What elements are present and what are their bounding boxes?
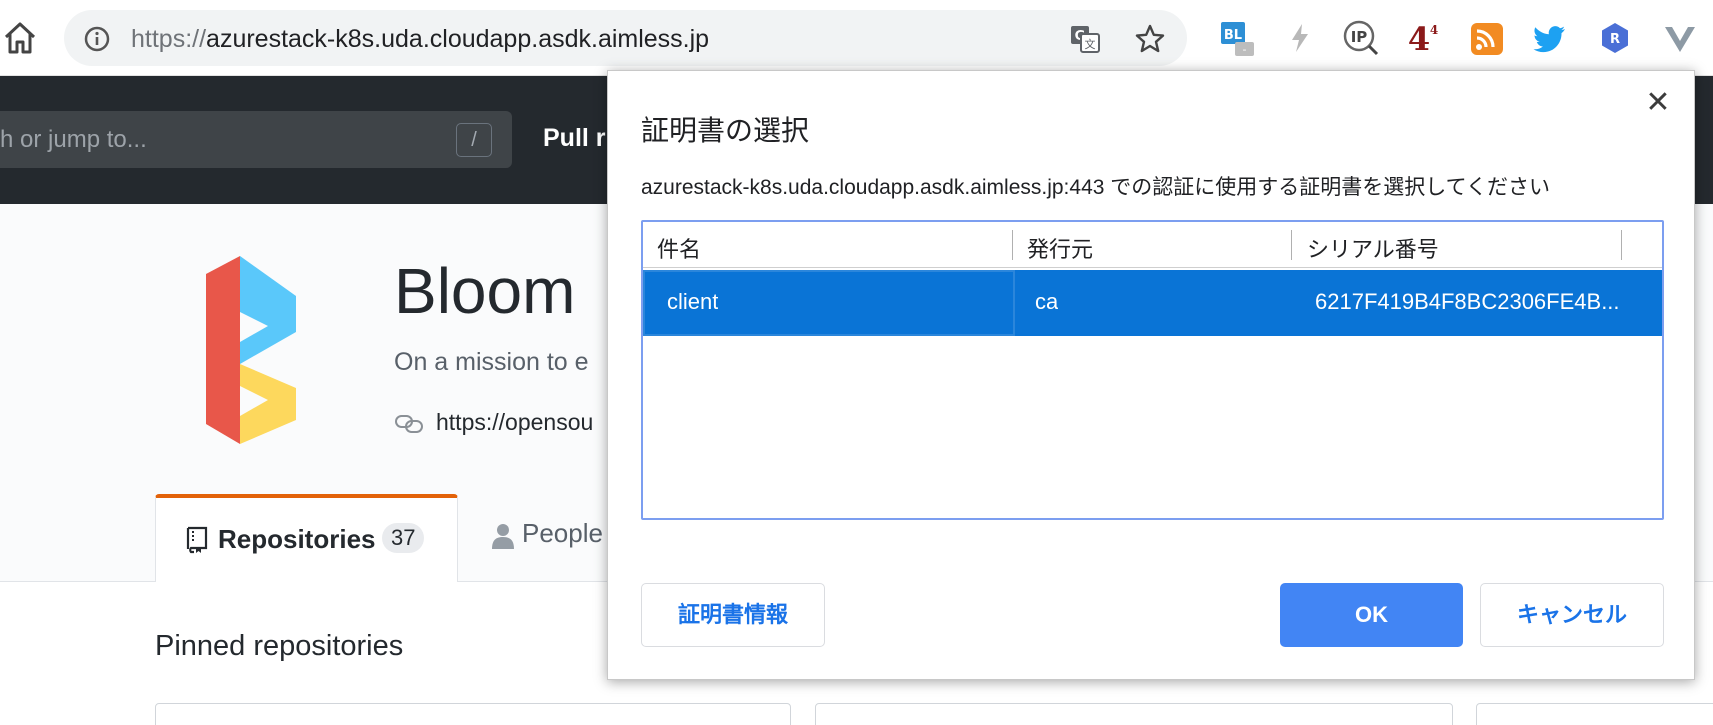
translate-icon[interactable]: G文 bbox=[1069, 23, 1101, 55]
search-shortcut-key: / bbox=[456, 123, 492, 157]
org-logo bbox=[200, 252, 310, 444]
column-separator[interactable] bbox=[1621, 230, 1622, 260]
person-icon bbox=[490, 522, 516, 550]
svg-text:4: 4 bbox=[1430, 23, 1438, 37]
cancel-button[interactable]: キャンセル bbox=[1480, 583, 1664, 647]
svg-text:BL: BL bbox=[1224, 28, 1242, 43]
column-header-serial[interactable]: シリアル番号 bbox=[1307, 232, 1439, 264]
certificate-info-button[interactable]: 証明書情報 bbox=[641, 583, 825, 647]
svg-text:-: - bbox=[1243, 43, 1247, 56]
column-header-issuer[interactable]: 発行元 bbox=[1027, 232, 1093, 264]
dialog-title: 証明書の選択 bbox=[641, 115, 810, 146]
org-name: Bloom bbox=[394, 255, 576, 327]
url-scheme: https:// bbox=[131, 25, 207, 53]
close-icon[interactable]: ✕ bbox=[1641, 86, 1675, 120]
pinned-repo-card[interactable] bbox=[1476, 703, 1713, 725]
pinned-repositories-heading: Pinned repositories bbox=[155, 630, 404, 662]
ip-extension-icon[interactable]: IP bbox=[1342, 18, 1379, 58]
r-extension-icon[interactable]: R bbox=[1597, 18, 1633, 58]
org-website-link[interactable]: https://opensou bbox=[436, 409, 593, 436]
link-icon bbox=[394, 412, 424, 436]
org-description: On a mission to e bbox=[394, 348, 589, 376]
tab-repositories-label: Repositories bbox=[218, 524, 376, 554]
home-icon[interactable] bbox=[2, 20, 38, 56]
nav-pull-requests[interactable]: Pull r bbox=[543, 124, 606, 153]
cell-issuer: ca bbox=[1035, 289, 1059, 314]
svg-text:IP: IP bbox=[1351, 28, 1368, 46]
column-separator[interactable] bbox=[1291, 230, 1292, 260]
twitter-icon[interactable] bbox=[1532, 18, 1568, 58]
repositories-count-badge: 37 bbox=[382, 523, 425, 553]
column-separator[interactable] bbox=[1012, 230, 1013, 260]
tab-people-label: People bbox=[522, 518, 603, 548]
url-host: azurestack-k8s.uda.cloudapp.asdk.aimless… bbox=[206, 25, 710, 53]
cell-serial: 6217F419B4F8BC2306FE4B... bbox=[1315, 289, 1620, 314]
tab-repositories[interactable]: Repositories 37 bbox=[155, 494, 458, 582]
svg-text:文: 文 bbox=[1085, 37, 1096, 51]
ok-button[interactable]: OK bbox=[1280, 583, 1463, 647]
browser-toolbar: https://azurestack-k8s.uda.cloudapp.asdk… bbox=[0, 0, 1713, 76]
table-row[interactable]: client ca 6217F419B4F8BC2306FE4B... bbox=[643, 270, 1662, 336]
certificate-table[interactable]: 件名 発行元 シリアル番号 client ca 6217F419B4F8BC23… bbox=[641, 220, 1664, 520]
svg-text:4: 4 bbox=[1408, 20, 1430, 58]
url-text[interactable]: https://azurestack-k8s.uda.cloudapp.asdk… bbox=[131, 24, 709, 54]
four-extension-icon[interactable]: 44 bbox=[1405, 18, 1441, 58]
pinned-repo-card[interactable] bbox=[815, 703, 1453, 725]
address-bar[interactable]: https://azurestack-k8s.uda.cloudapp.asdk… bbox=[64, 10, 1187, 66]
rss-icon[interactable] bbox=[1469, 18, 1505, 58]
star-icon[interactable] bbox=[1134, 23, 1166, 55]
dialog-subtitle: azurestack-k8s.uda.cloudapp.asdk.aimless… bbox=[641, 176, 1550, 199]
certificate-dialog: ✕ 証明書の選択 azurestack-k8s.uda.cloudapp.asd… bbox=[607, 70, 1695, 680]
search-placeholder: h or jump to... bbox=[0, 126, 147, 153]
pinned-repo-card[interactable] bbox=[155, 703, 791, 725]
v-extension-icon[interactable] bbox=[1662, 18, 1698, 58]
cell-subject: client bbox=[667, 289, 719, 314]
repo-book-icon bbox=[185, 526, 209, 554]
bl-extension-icon[interactable]: BL - bbox=[1219, 18, 1255, 58]
svg-text:R: R bbox=[1610, 32, 1620, 47]
table-header: 件名 発行元 シリアル番号 bbox=[643, 222, 1662, 268]
lightning-extension-icon[interactable] bbox=[1282, 18, 1318, 58]
screen: https://azurestack-k8s.uda.cloudapp.asdk… bbox=[0, 0, 1713, 725]
info-icon[interactable] bbox=[84, 26, 110, 52]
column-header-subject[interactable]: 件名 bbox=[657, 232, 701, 264]
search-input[interactable]: h or jump to... / bbox=[0, 111, 512, 168]
